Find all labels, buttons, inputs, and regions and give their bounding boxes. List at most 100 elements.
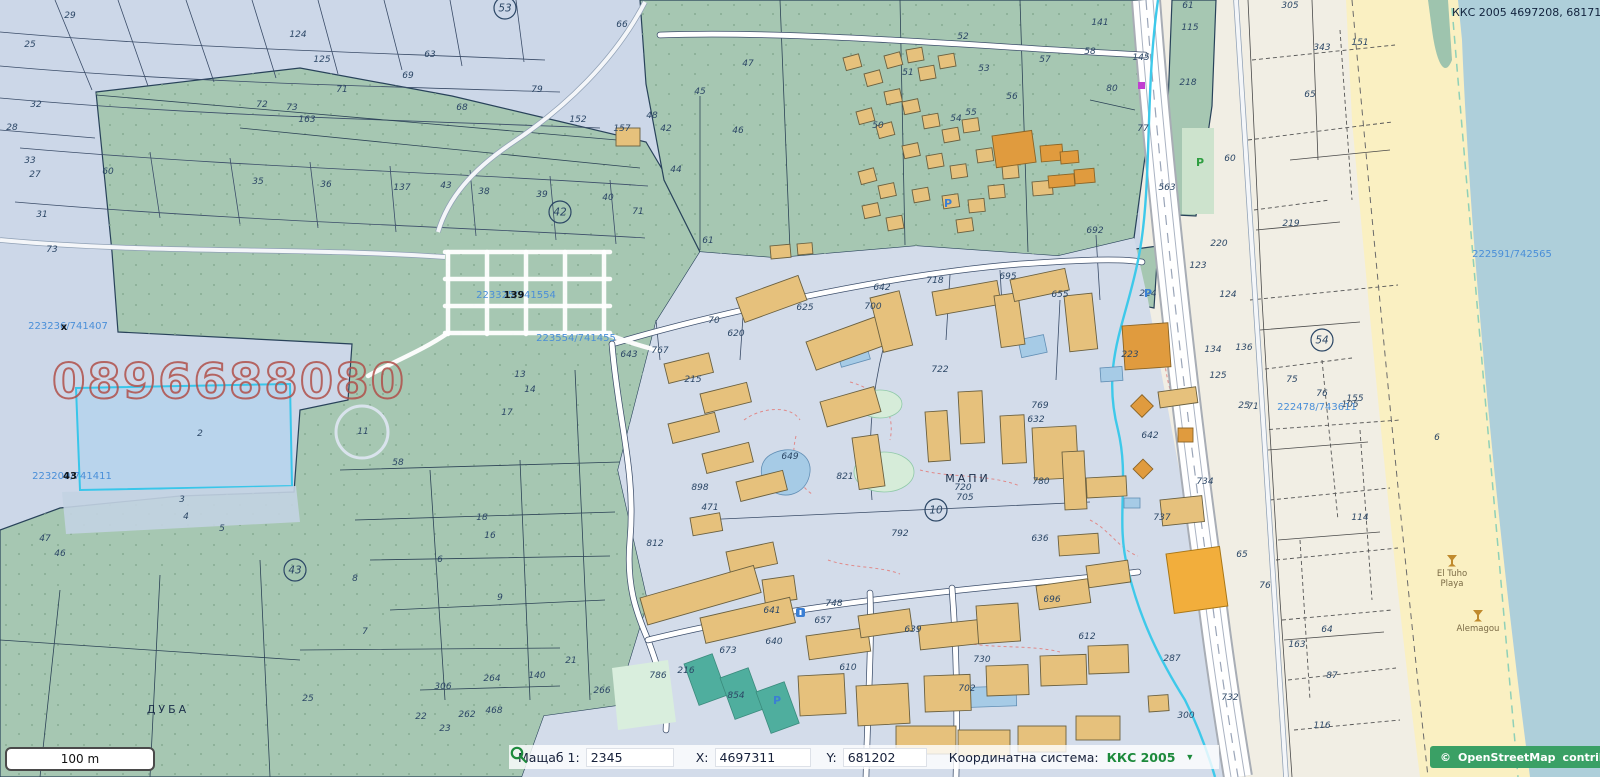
- parcel-number-label: 696: [1043, 595, 1060, 605]
- circled-number-label: 43: [288, 565, 301, 577]
- copyright-icon: ©: [1440, 751, 1451, 764]
- parcel-number-label: 28: [6, 123, 18, 133]
- parcel-number-label: 722: [931, 365, 948, 375]
- parcel-number-label: 563: [1158, 183, 1175, 193]
- parcel-number-label: 136: [1235, 343, 1252, 353]
- parcel-number-label: 44: [670, 165, 682, 175]
- parcel-number-label: 23: [439, 724, 451, 734]
- parcel-number-label: 5: [219, 524, 225, 534]
- parcel-number-label: 61: [702, 236, 713, 246]
- parcel-number-label: 55: [965, 108, 977, 118]
- parcel-number-label: 748: [825, 599, 842, 609]
- place-name-label: МАПИ: [945, 472, 991, 485]
- parcel-number-label: 80: [1106, 84, 1118, 94]
- crs-dropdown-icon[interactable]: ▼: [1181, 752, 1198, 762]
- parcel-number-label: 220: [1210, 239, 1227, 249]
- cadastral-ref-label: 223554/741455: [536, 333, 616, 344]
- parcel-number-label: 54: [950, 114, 962, 124]
- parcel-number-label: 6: [437, 555, 443, 565]
- parcel-number-label: 27: [29, 170, 41, 180]
- cadastral-ref-label: 223236/741407: [28, 321, 108, 332]
- parcel-number-label: 649: [781, 452, 798, 462]
- scale-input[interactable]: [586, 748, 674, 767]
- watermark-phone: 0896688080: [52, 354, 406, 410]
- parcel-number-label: 66: [616, 20, 628, 30]
- parcel-number-label: 18: [476, 513, 488, 523]
- map-canvas[interactable]: 2925124125716369327273163687928603327317…: [0, 0, 1600, 777]
- parcel-number-label: 468: [485, 706, 502, 716]
- parcel-number-label: 769: [1031, 401, 1048, 411]
- parcel-number-label: 632: [1027, 415, 1044, 425]
- parcel-number-label: 36: [320, 180, 332, 190]
- parcel-number-label: 35: [252, 177, 264, 187]
- osm-link[interactable]: OpenStreetMap: [1458, 751, 1556, 764]
- parcel-number-label: 124: [1219, 290, 1236, 300]
- parking-icon: P: [773, 694, 781, 707]
- parcel-number-label: 25: [302, 694, 314, 704]
- parcel-number-label: 47: [742, 59, 754, 69]
- parcel-number-label: 39: [536, 190, 548, 200]
- parcel-number-label: 40: [602, 193, 614, 203]
- parcel-number-label: 46: [732, 126, 744, 136]
- parcel-number-label: 17: [501, 408, 513, 418]
- x-input[interactable]: [715, 748, 811, 767]
- parcel-number-label: 3: [179, 495, 185, 505]
- x-label: X:: [696, 750, 709, 765]
- parcel-number-label: 695: [999, 272, 1016, 282]
- poi-label: Playa: [1441, 579, 1464, 589]
- cadastral-ref-label: 222478/743611: [1277, 402, 1357, 413]
- parcel-number-label: 9: [497, 593, 503, 603]
- parcel-number-label: 692: [1086, 226, 1103, 236]
- parcel-number-label: 898: [691, 483, 708, 493]
- parcel-number-label: 21: [565, 656, 576, 666]
- attribution-suffix: contributors.: [1563, 751, 1600, 764]
- parcel-number-label: 68: [456, 103, 468, 113]
- parcel-number-label: 610: [839, 663, 856, 673]
- parcel-number-label: 700: [864, 302, 881, 312]
- y-label: Y:: [827, 750, 837, 765]
- parcel-number-label: 262: [458, 710, 475, 720]
- parcel-number-label: 124: [289, 30, 306, 40]
- parcel-number-label: 215: [684, 375, 701, 385]
- parcel-number-label: 786: [649, 671, 666, 681]
- parcel-number-label: 60: [1224, 154, 1236, 164]
- y-input[interactable]: [843, 748, 927, 767]
- crs-value[interactable]: ККС 2005: [1107, 750, 1176, 765]
- parcel-number-label: 7: [362, 627, 368, 637]
- parcel-number-label: 343: [1313, 43, 1330, 53]
- overlay-number-label: х: [61, 322, 68, 333]
- parcel-number-label: 471: [701, 503, 718, 513]
- parcel-number-label: 13: [514, 370, 526, 380]
- parcel-number-label: 730: [973, 655, 990, 665]
- parcel-number-label: 305: [1281, 1, 1298, 11]
- parcel-number-label: 42: [660, 124, 672, 134]
- parcel-number-label: 60: [102, 167, 114, 177]
- search-icon: [509, 745, 528, 764]
- parcel-number-label: 6: [1434, 433, 1440, 443]
- parcel-number-label: 152: [569, 115, 586, 125]
- parcel-number-label: 77: [1137, 124, 1149, 134]
- parcel-number-label: 71: [336, 85, 347, 95]
- parcel-number-label: 76: [1259, 581, 1271, 591]
- parcel-number-label: 123: [1189, 261, 1206, 271]
- parcel-number-label: 58: [1084, 47, 1096, 57]
- parcel-number-label: 70: [708, 316, 720, 326]
- scale-bar-label: 100 m: [61, 752, 99, 766]
- parcel-number-label: 76: [1316, 389, 1328, 399]
- parcel-number-label: 79: [531, 85, 543, 95]
- place-name-label: ДУБА: [147, 703, 189, 716]
- parcel-number-label: 69: [402, 71, 414, 81]
- parcel-number-label: 792: [891, 529, 908, 539]
- parcel-number-label: 216: [677, 666, 694, 676]
- parcel-number-label: 87: [1326, 671, 1338, 681]
- parcel-number-label: 737: [1153, 513, 1170, 523]
- parking-icon: P: [1144, 287, 1152, 300]
- parcel-number-label: 163: [1288, 640, 1305, 650]
- parcel-number-label: 137: [393, 183, 410, 193]
- parcel-number-label: 46: [54, 549, 66, 559]
- parcel-number-label: 141: [1091, 18, 1108, 28]
- circled-number-label: 53: [498, 3, 511, 15]
- cursor-coordinates-readout: ККС 2005 4697208, 681713: [1452, 6, 1600, 19]
- parcel-number-label: 47: [39, 534, 51, 544]
- parcel-number-label: 52: [957, 32, 969, 42]
